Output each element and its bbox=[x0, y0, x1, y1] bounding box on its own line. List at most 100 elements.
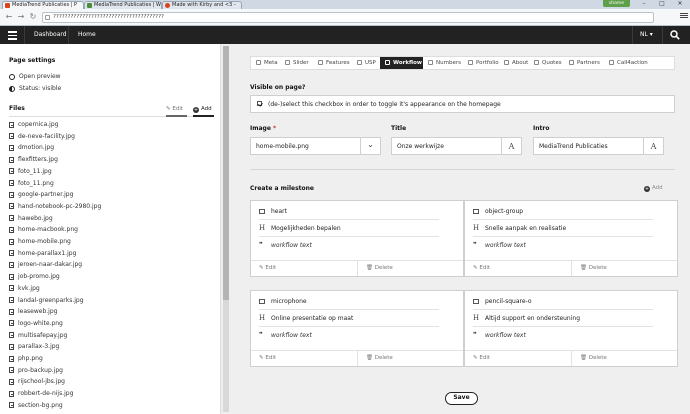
tab-slider[interactable]: Slider bbox=[280, 57, 313, 69]
breadcrumb-dashboard[interactable]: Dashboard bbox=[34, 26, 67, 44]
milestone-title-row[interactable]: H Online presentatie op maat bbox=[259, 310, 439, 327]
file-item[interactable]: de-neve-facility.jpg bbox=[9, 133, 75, 141]
tab-partners[interactable]: Partners bbox=[564, 57, 604, 69]
milestone-icon-row[interactable]: object-group bbox=[473, 203, 653, 220]
file-item[interactable]: google-partner.jpg bbox=[9, 191, 73, 199]
tab-features[interactable]: Features bbox=[313, 57, 353, 69]
tab-workflow[interactable]: Workflow bbox=[380, 57, 423, 69]
minimize-button[interactable]: – bbox=[636, 0, 652, 8]
back-arrow-icon[interactable]: ← bbox=[4, 12, 14, 22]
milestone-text-row[interactable]: ❞ workflow text bbox=[473, 327, 653, 344]
maximize-button[interactable]: □ bbox=[654, 0, 670, 8]
delete-milestone-button[interactable]: 🗑 Delete bbox=[357, 261, 463, 276]
breadcrumb-home[interactable]: Home bbox=[78, 26, 96, 44]
file-image-icon bbox=[9, 402, 14, 409]
files-add-label: Add bbox=[201, 106, 212, 112]
file-item[interactable]: leaseweb.jpg bbox=[9, 308, 57, 316]
milestone-text-row[interactable]: ❞ workflow text bbox=[473, 237, 653, 254]
tab-call4action[interactable]: Call4action bbox=[604, 57, 654, 69]
tab-usp[interactable]: USP bbox=[353, 57, 380, 69]
files-edit-button[interactable]: ✎ Edit bbox=[166, 106, 183, 112]
milestone-icon-row[interactable]: heart bbox=[259, 203, 439, 220]
file-item[interactable]: pro-backup.jpg bbox=[9, 367, 63, 375]
scrollbar-thumb[interactable] bbox=[223, 46, 229, 300]
intro-input[interactable]: MediaTrend Publicaties A bbox=[533, 137, 664, 155]
browser-tab-3[interactable]: Made with Kirby and <3 - bbox=[162, 1, 242, 9]
intro-label: Intro bbox=[533, 125, 550, 132]
file-item[interactable]: home-parallax1.jpg bbox=[9, 250, 76, 258]
close-window-button[interactable]: ✕ bbox=[672, 0, 688, 8]
file-item[interactable]: section-bg.png bbox=[9, 402, 63, 410]
search-icon[interactable] bbox=[670, 30, 680, 40]
hamburger-menu-icon[interactable] bbox=[8, 31, 17, 40]
milestone-text-row[interactable]: ❞ workflow text bbox=[259, 327, 439, 344]
file-item[interactable]: robbert-de-nijs.jpg bbox=[9, 390, 73, 398]
save-button[interactable]: Save bbox=[445, 392, 478, 405]
tab-numbers[interactable]: Numbers bbox=[423, 57, 463, 69]
file-item[interactable]: kvk.jpg bbox=[9, 285, 40, 293]
file-item[interactable]: parallax-3.jpg bbox=[9, 343, 59, 351]
text-format-icon: A bbox=[643, 138, 663, 154]
title-input-value: Onze werkwijze bbox=[397, 143, 444, 150]
file-item[interactable]: foto_11.jpg bbox=[9, 168, 52, 176]
quote-icon: ❞ bbox=[473, 331, 477, 339]
browser-tab-2[interactable]: MediaTrend Publicaties | W bbox=[84, 1, 162, 9]
file-item[interactable]: logo-white.png bbox=[9, 320, 63, 328]
browser-tab-1[interactable]: MediaTrend Publicaties | P bbox=[2, 1, 84, 9]
milestone-title-row[interactable]: H Mogelijkheden bepalen bbox=[259, 220, 439, 237]
file-item[interactable]: copernica.jpg bbox=[9, 121, 58, 129]
files-add-button[interactable]: + Add bbox=[193, 106, 212, 113]
edit-milestone-button[interactable]: ✎ Edit bbox=[465, 261, 571, 276]
file-item[interactable]: dmotion.jpg bbox=[9, 144, 54, 152]
forward-arrow-icon[interactable]: → bbox=[16, 12, 26, 22]
milestone-icon-row[interactable]: pencil-square-o bbox=[473, 293, 653, 310]
file-item[interactable]: multisafepay.jpg bbox=[9, 332, 67, 340]
user-badge[interactable]: shame bbox=[602, 0, 630, 7]
add-milestone-button[interactable]: + Add bbox=[644, 185, 663, 192]
tab-label: Portfolio bbox=[476, 60, 499, 66]
file-item[interactable]: home-macbook.png bbox=[9, 226, 78, 234]
app-topbar: Dashboard Home NL ▾ bbox=[0, 26, 690, 44]
visible-checkbox-field[interactable]: (de-)select this checkbox in order to to… bbox=[250, 95, 675, 113]
delete-milestone-button[interactable]: 🗑 Delete bbox=[357, 351, 463, 366]
delete-milestone-button[interactable]: 🗑 Delete bbox=[571, 261, 677, 276]
file-item[interactable]: hand-notebook-pc-2980.jpg bbox=[9, 203, 101, 211]
visible-checkbox[interactable] bbox=[257, 101, 262, 106]
sidebar-scrollbar[interactable] bbox=[223, 46, 229, 412]
url-bar[interactable]: ?????????????????????????????????????? bbox=[42, 12, 654, 23]
open-preview-link[interactable]: Open preview bbox=[9, 73, 61, 81]
title-input[interactable]: Onze werkwijze A bbox=[391, 137, 522, 155]
edit-milestone-button[interactable]: ✎ Edit bbox=[465, 351, 571, 366]
milestone-text-row[interactable]: ❞ workflow text bbox=[259, 237, 439, 254]
file-item[interactable]: job-promo.jpg bbox=[9, 273, 60, 281]
file-item[interactable]: rijschool-jbs.jpg bbox=[9, 378, 65, 386]
workflow-icon bbox=[385, 60, 390, 65]
tab-about[interactable]: About bbox=[499, 57, 529, 69]
file-item[interactable]: flexfitters.jpg bbox=[9, 156, 58, 164]
file-item[interactable]: landal-greenparks.jpg bbox=[9, 297, 84, 305]
milestone-card: heart H Mogelijkheden bepalen ❞ workflow tex… bbox=[250, 200, 464, 277]
tab-meta[interactable]: Meta bbox=[251, 57, 280, 69]
reload-icon[interactable]: ↻ bbox=[28, 12, 38, 22]
file-item[interactable]: jeroen-naar-dakar.jpg bbox=[9, 261, 82, 269]
favicon-icon bbox=[87, 3, 92, 8]
tab-quotes[interactable]: Quotes bbox=[529, 57, 564, 69]
language-switcher[interactable]: NL ▾ bbox=[640, 26, 653, 44]
delete-milestone-button[interactable]: 🗑 Delete bbox=[571, 351, 677, 366]
delete-label: Delete bbox=[588, 355, 607, 361]
status-link[interactable]: Status: visible bbox=[9, 85, 61, 93]
edit-milestone-button[interactable]: ✎ Edit bbox=[251, 351, 357, 366]
milestone-title-row[interactable]: H Snelle aanpak en realisatie bbox=[473, 220, 653, 237]
milestone-title-row[interactable]: H Altijd support en ondersteuning bbox=[473, 310, 653, 327]
file-item[interactable]: hawebo.jpg bbox=[9, 215, 53, 223]
milestone-icon-row[interactable]: microphone bbox=[259, 293, 439, 310]
file-item[interactable]: php.png bbox=[9, 355, 43, 363]
file-item[interactable]: foto_11.png bbox=[9, 180, 54, 188]
milestone-card: object-group H Snelle aanpak en realisatie… bbox=[464, 200, 678, 277]
file-item[interactable]: home-mobile.png bbox=[9, 238, 71, 246]
browser-menu-icon[interactable] bbox=[680, 12, 688, 20]
tab-portfolio[interactable]: Portfolio bbox=[463, 57, 499, 69]
plus-icon: + bbox=[193, 107, 199, 113]
image-select[interactable]: home-mobile.png ⌄ bbox=[250, 137, 381, 155]
edit-milestone-button[interactable]: ✎ Edit bbox=[251, 261, 357, 276]
